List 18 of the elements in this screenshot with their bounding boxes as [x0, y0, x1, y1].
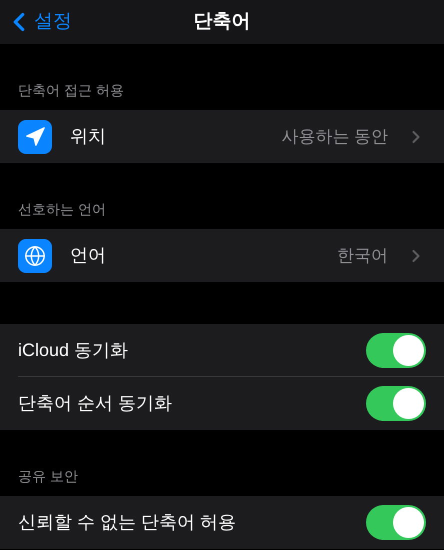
settings-row[interactable]: 언어 한국어 [0, 229, 444, 282]
row-label: 언어 [70, 244, 107, 267]
row-value: 사용하는 동안 [281, 126, 388, 148]
toggle-switch[interactable] [366, 332, 426, 368]
back-button[interactable]: 설정 [0, 7, 72, 37]
globe-icon [18, 238, 52, 272]
settings-row[interactable]: 위치 사용하는 동안 [0, 110, 444, 163]
section-header: 단축어 접근 허용 [18, 81, 124, 100]
row-value: 한국어 [337, 244, 388, 267]
section-header: 공유 보안 [18, 467, 78, 486]
row-label: 신뢰할 수 없는 단축어 허용 [18, 511, 238, 534]
row-label: iCloud 동기화 [18, 338, 130, 362]
toggle-switch[interactable] [366, 386, 426, 421]
page-title: 단축어 [194, 10, 250, 34]
section-header: 선호하는 언어 [18, 200, 106, 219]
row-label: 위치 [70, 125, 107, 148]
toggle-switch[interactable] [366, 505, 426, 540]
row-label: 단축어 순서 동기화 [18, 392, 174, 415]
